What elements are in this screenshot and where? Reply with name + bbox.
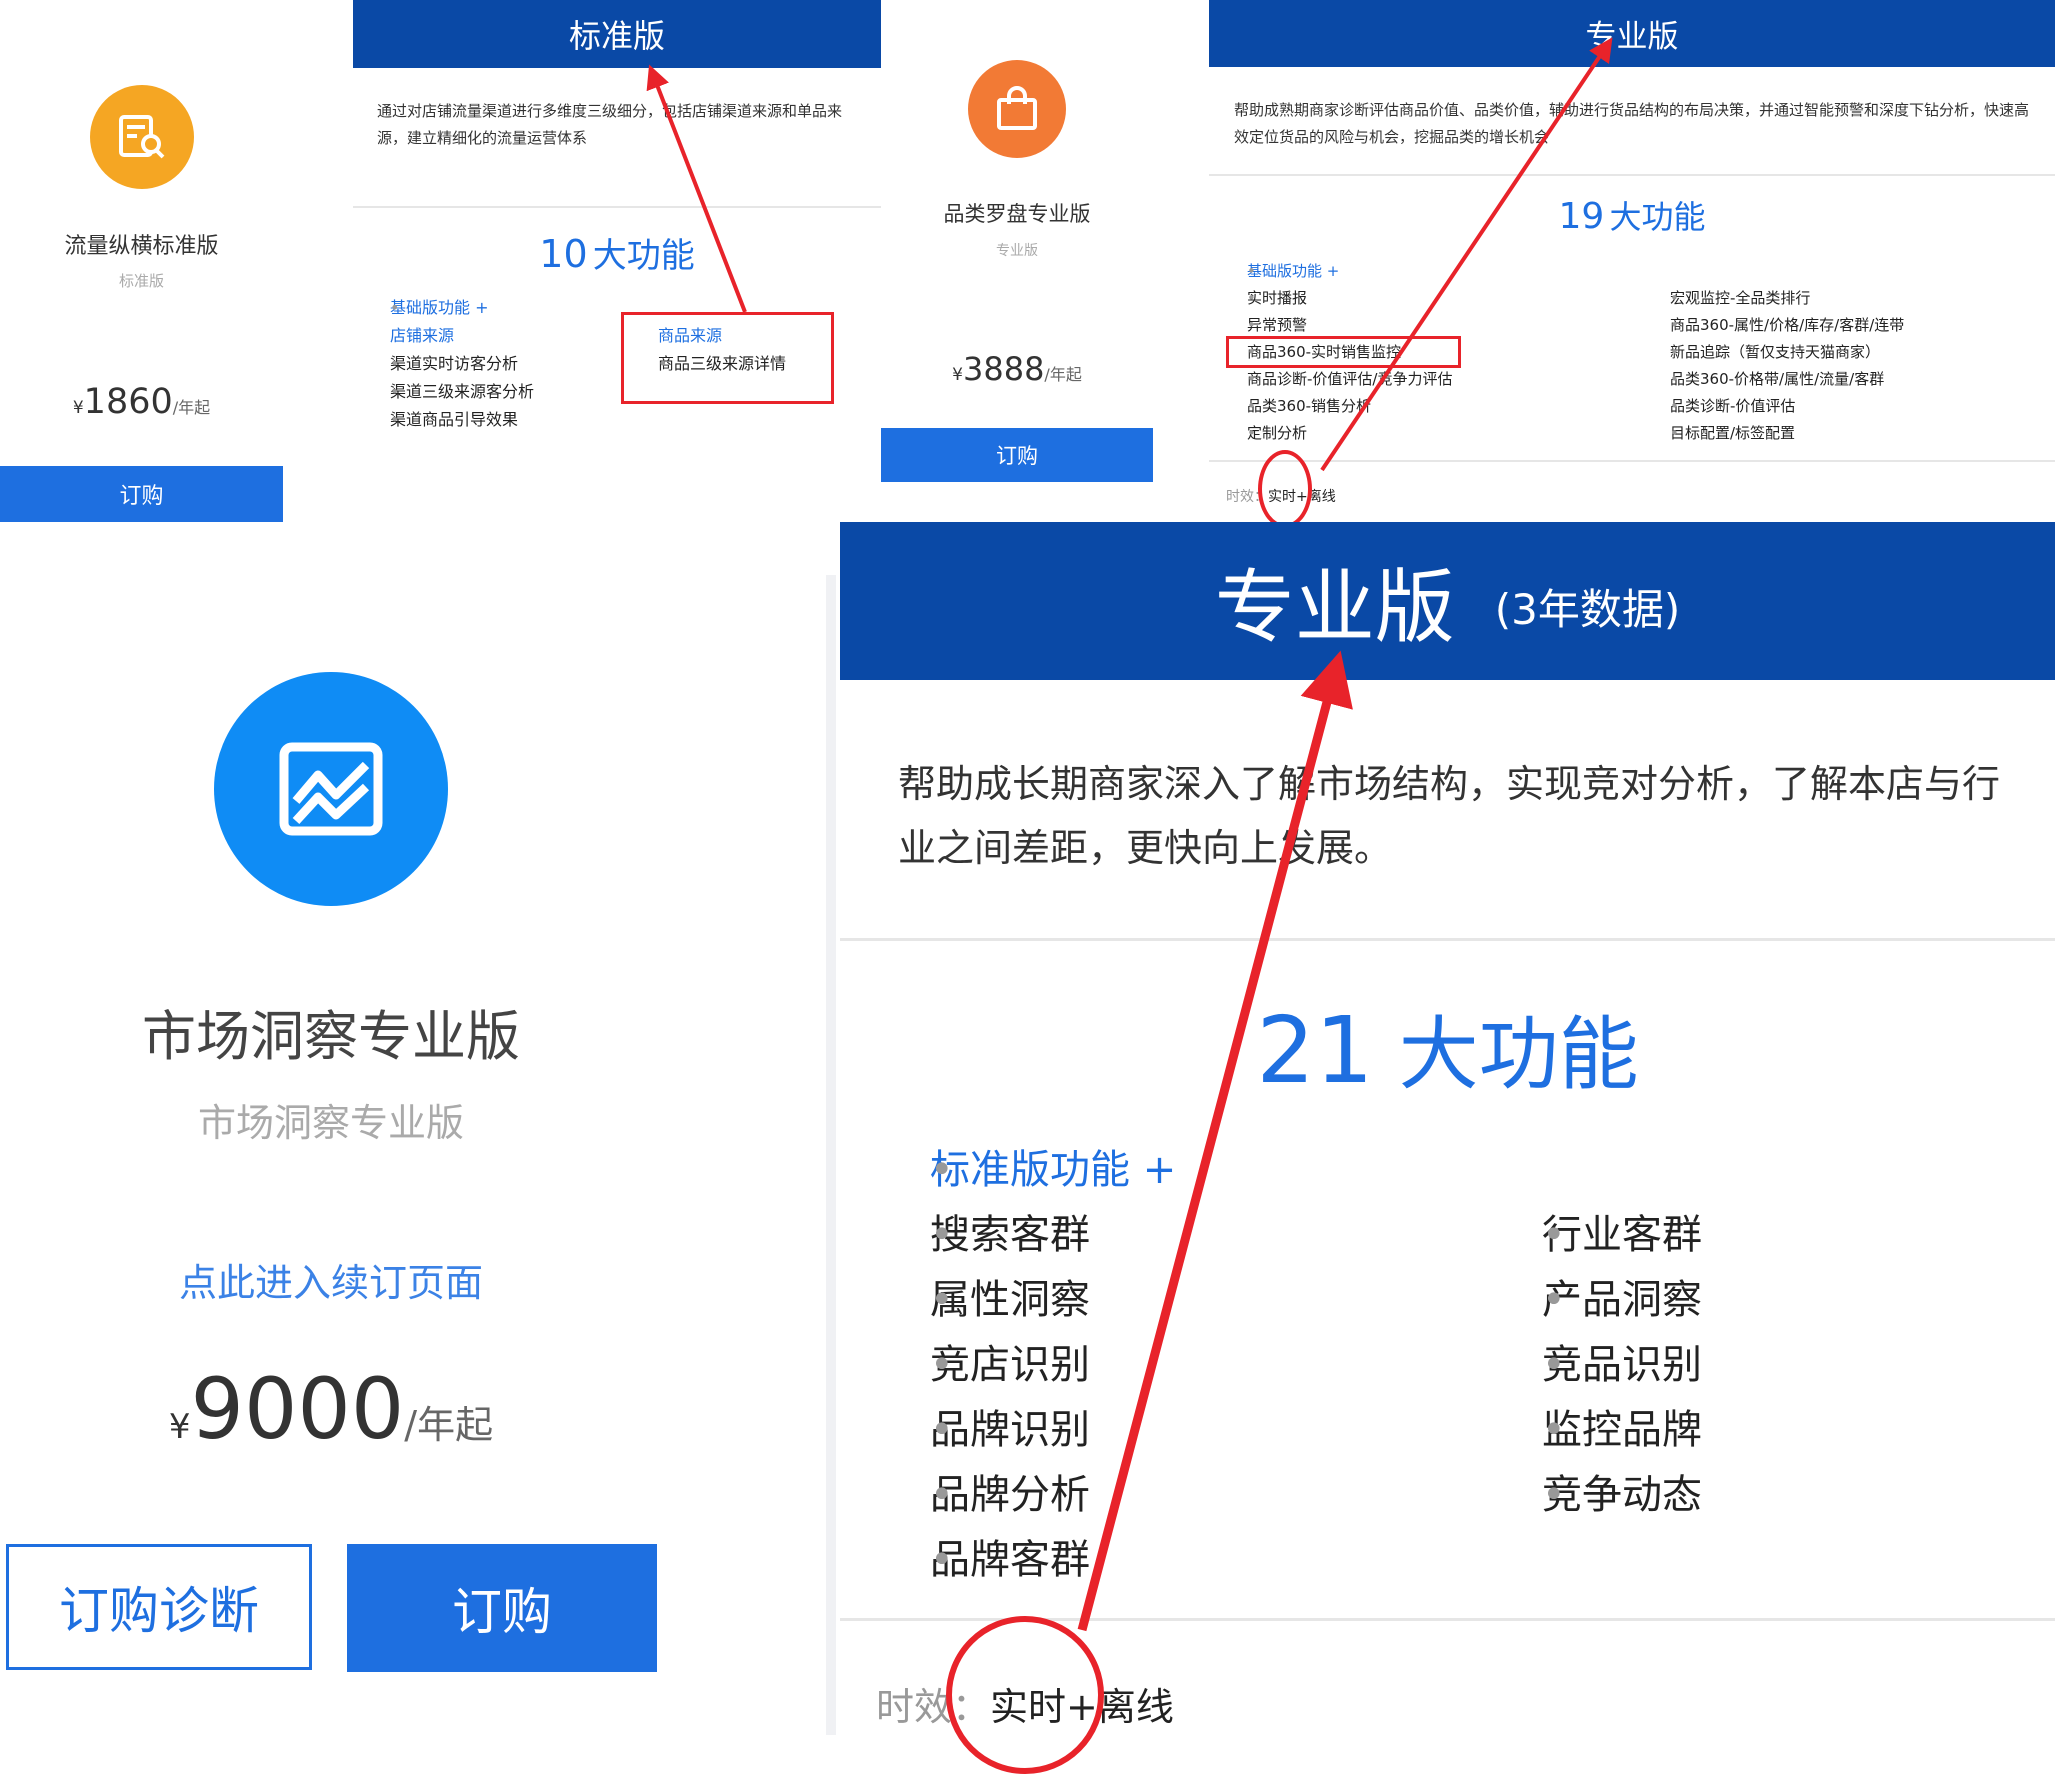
arrow [1320, 37, 1613, 472]
arrow [1077, 650, 1353, 1632]
annotation-arrows [646, 37, 1613, 1632]
arrow [646, 64, 747, 313]
